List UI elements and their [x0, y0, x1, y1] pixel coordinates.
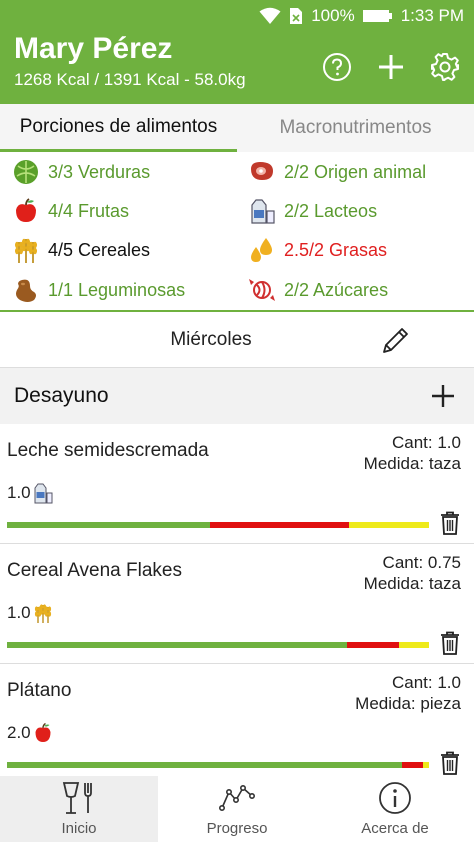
food-cant: Cant: 0.75 [382, 553, 461, 572]
portion-leguminosas: 1/1 Leguminosas [12, 276, 185, 304]
portion-progress-bar [7, 762, 429, 768]
food-medida: Medida: taza [363, 454, 461, 473]
food-cant: Cant: 1.0 [392, 433, 461, 452]
portion-text: 2.5/2 Grasas [284, 239, 388, 260]
food-item[interactable]: Cereal Avena Flakes Cant: 0.75 Medida: t… [0, 544, 474, 664]
portion-text: 2/2 Origen animal [284, 161, 427, 182]
settings-icon[interactable] [428, 50, 462, 84]
bar-segment-green [7, 762, 402, 768]
bar-segment-yellow [348, 522, 429, 528]
bar-segment-green [7, 642, 347, 648]
wheat-icon [33, 602, 53, 624]
apple-icon [12, 197, 40, 225]
food-item[interactable]: Plátano Cant: 1.0 Medida: pieza 2.0 [0, 664, 474, 784]
food-quantity: Cant: 0.75 Medida: taza [364, 552, 461, 594]
add-food-button[interactable] [426, 379, 460, 413]
portion-value: 1.0 [7, 483, 31, 502]
food-quantity: Cant: 1.0 Medida: taza [364, 432, 461, 474]
trash-icon[interactable] [438, 750, 462, 776]
portion-text: 4/5 Cereales [48, 239, 151, 260]
wheat-icon [12, 236, 40, 264]
portion-lacteos: 2/2 Lacteos [248, 197, 377, 225]
portion-progress-bar [7, 522, 429, 528]
food-name: Plátano [7, 680, 72, 701]
tab-porciones[interactable]: Porciones de alimentos [0, 104, 237, 152]
bar-segment-yellow [422, 762, 429, 768]
food-portion: 1.0 [7, 482, 53, 504]
header-actions [300, 50, 462, 84]
portion-text: 2/2 Lacteos [284, 200, 378, 221]
no-sim-icon [289, 7, 303, 25]
progress-graph-icon [219, 780, 255, 816]
milk-icon [33, 482, 53, 504]
beans-icon [12, 276, 40, 304]
portion-cereales: 4/5 Cereales [12, 236, 150, 264]
battery-icon [362, 9, 393, 23]
bar-segment-green [7, 522, 210, 528]
bar-segment-red [346, 642, 400, 648]
food-quantity: Cant: 1.0 Medida: pieza [355, 672, 461, 714]
day-label[interactable]: Miércoles [0, 329, 422, 351]
nav-label: Inicio [61, 820, 97, 837]
fork-knife-icon [61, 780, 97, 816]
tab-bar: Porciones de alimentos Macronutrimentos [0, 104, 474, 152]
milk-icon [248, 197, 276, 225]
wifi-icon [259, 7, 281, 25]
calorie-summary: 1268 Kcal / 1391 Kcal - 58.0kg [14, 70, 246, 89]
portion-progress-bar [7, 642, 429, 648]
oil-drops-icon [248, 236, 276, 264]
status-bar: 100% 1:33 PM [0, 0, 474, 32]
portion-value: 1.0 [7, 603, 31, 622]
nav-label: Progreso [206, 820, 268, 837]
portion-grasas: 2.5/2 Grasas [248, 236, 387, 264]
nav-label: Acerca de [361, 820, 429, 837]
bar-segment-red [401, 762, 423, 768]
trash-icon[interactable] [438, 510, 462, 536]
meal-title: Desayuno [14, 384, 109, 407]
info-icon [377, 780, 413, 816]
pencil-icon[interactable] [378, 322, 414, 358]
nav-progreso[interactable]: Progreso [158, 776, 316, 842]
nav-acerca-de[interactable]: Acerca de [316, 776, 474, 842]
add-icon[interactable] [374, 50, 408, 84]
user-name: Mary Pérez [14, 32, 173, 65]
food-cant: Cant: 1.0 [392, 673, 461, 692]
help-icon[interactable] [320, 50, 354, 84]
bar-segment-yellow [399, 642, 429, 648]
clock: 1:33 PM [400, 6, 464, 25]
food-portion: 2.0 [7, 722, 53, 744]
lettuce-icon [12, 158, 40, 186]
food-medida: Medida: taza [363, 574, 461, 593]
portion-text: 1/1 Leguminosas [48, 279, 186, 300]
portion-text: 4/4 Frutas [48, 200, 130, 221]
apple-icon [33, 722, 53, 744]
food-medida: Medida: pieza [355, 694, 461, 713]
food-portion: 1.0 [7, 602, 53, 624]
portions-summary: 3/3 Verduras 2/2 Origen animal 4/4 Fruta… [0, 152, 474, 310]
portion-text: 3/3 Verduras [48, 161, 151, 182]
bar-segment-red [209, 522, 349, 528]
meal-header: Desayuno [0, 368, 474, 424]
trash-icon[interactable] [438, 630, 462, 656]
app-bar: Mary Pérez 1268 Kcal / 1391 Kcal - 58.0k… [0, 32, 474, 104]
candy-icon [248, 276, 276, 304]
tab-macronutrimentos[interactable]: Macronutrimentos [237, 104, 474, 152]
portion-value: 2.0 [7, 723, 31, 742]
food-name: Leche semidescremada [7, 440, 209, 461]
portion-frutas: 4/4 Frutas [12, 197, 129, 225]
meat-icon [248, 158, 276, 186]
bottom-navigation: Inicio Progreso Acerca de [0, 776, 474, 842]
portion-origen-animal: 2/2 Origen animal [248, 158, 426, 186]
battery-text: 100% [311, 6, 355, 25]
nav-inicio[interactable]: Inicio [0, 776, 158, 842]
portion-verduras: 3/3 Verduras [12, 158, 150, 186]
day-selector: Miércoles [0, 310, 474, 368]
food-item[interactable]: Leche semidescremada Cant: 1.0 Medida: t… [0, 424, 474, 544]
food-name: Cereal Avena Flakes [7, 560, 182, 581]
portion-text: 2/2 Azúcares [284, 279, 389, 300]
portion-azucares: 2/2 Azúcares [248, 276, 388, 304]
